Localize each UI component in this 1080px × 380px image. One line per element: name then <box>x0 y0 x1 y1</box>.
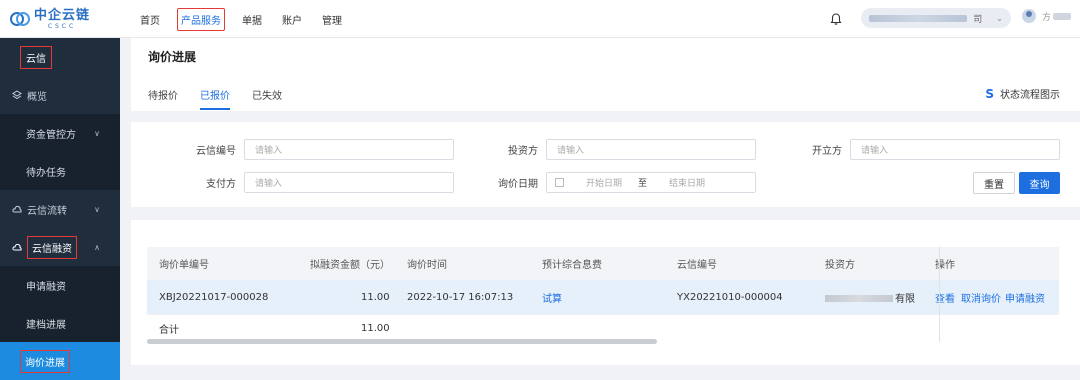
user-menu[interactable]: 方 <box>1022 9 1072 23</box>
horizontal-scrollbar[interactable] <box>147 339 657 344</box>
filter-inquiry-date: 询价日期 开始日期 至 结束日期 <box>493 172 756 193</box>
cell-yunxin-no: YX20221010-000004 <box>677 291 783 303</box>
cell-inquiry-no: XBJ20221017-000028 <box>159 291 269 303</box>
tab-quoted[interactable]: 已报价 <box>200 87 230 110</box>
payer-input[interactable]: 请输入 <box>244 172 454 193</box>
filter-yunxin-no: 云信编号 请输入 <box>191 139 454 160</box>
investor-input[interactable]: 请输入 <box>546 139 756 160</box>
sidebar-item-fund-control[interactable]: 资金管控方 ∨ <box>0 114 120 152</box>
col-investor: 投资方 <box>825 260 855 271</box>
nav-documents[interactable]: 单据 <box>239 9 265 30</box>
tab-expired[interactable]: 已失效 <box>252 87 282 110</box>
filter-investor: 投资方 请输入 <box>501 139 756 160</box>
page-title: 询价进展 <box>148 50 197 64</box>
tab-bar: 待报价 已报价 已失效 <box>148 87 304 110</box>
page-header: 询价进展 待报价 已报价 已失效 S 状态流程图示 <box>131 38 1080 111</box>
sidebar-item-inquiry-progress[interactable]: 询价进展 <box>0 342 120 380</box>
logo-icon <box>10 12 30 26</box>
table-row[interactable]: XBJ20221017-000028 11.00 2022-10-17 16:0… <box>147 280 1059 314</box>
col-inquiry-time: 询价时间 <box>407 260 447 271</box>
brand-name: 中企云链 <box>34 7 91 23</box>
cell-inquiry-time: 2022-10-17 16:07:13 <box>407 291 514 303</box>
filter-issuer: 开立方 请输入 <box>811 139 1060 160</box>
flow-icon: S <box>985 86 994 101</box>
col-amount: 拟融资金额（元） <box>310 260 390 271</box>
brand-logo[interactable]: 中企云链 CSCC <box>10 6 120 32</box>
cell-amount: 11.00 <box>361 291 390 303</box>
tab-pending-quote[interactable]: 待报价 <box>148 87 178 110</box>
nav-home[interactable]: 首页 <box>137 9 163 30</box>
table-total-row: 合计 11.00 <box>147 314 1059 342</box>
col-inquiry-no: 询价单编号 <box>159 260 209 271</box>
results-panel: 询价单编号 拟融资金额（元） 询价时间 预计综合息费 云信编号 投资方 操作 X… <box>131 220 1080 365</box>
trial-calc-link[interactable]: 试算 <box>542 290 562 305</box>
sidebar-item-overview[interactable]: 概览 <box>0 76 120 114</box>
sidebar-item-todo[interactable]: 待办任务 <box>0 152 120 190</box>
chevron-up-icon: ∧ <box>94 242 100 252</box>
user-name-redacted <box>1053 12 1072 20</box>
chevron-down-icon: ∨ <box>94 128 100 138</box>
cloud-icon <box>12 205 22 213</box>
company-select[interactable]: 司 ⌄ <box>861 8 1011 28</box>
total-amount: 11.00 <box>361 323 390 334</box>
table-header: 询价单编号 拟融资金额（元） 询价时间 预计综合息费 云信编号 投资方 操作 <box>147 247 1059 280</box>
sidebar-item-transfer[interactable]: 云信流转 ∨ <box>0 190 120 228</box>
brand-sub: CSCC <box>47 22 77 30</box>
top-bar: 中企云链 CSCC 首页 产品服务 单据 账户 管理 司 ⌄ 方 <box>0 0 1080 38</box>
chevron-down-icon: ⌄ <box>996 13 1003 23</box>
reset-button[interactable]: 重置 <box>973 172 1015 194</box>
cell-investor: 有限 <box>825 290 915 305</box>
layers-icon <box>12 90 22 100</box>
operations-column-divider <box>939 247 1059 342</box>
bell-icon[interactable] <box>829 12 843 26</box>
filter-payer: 支付方 请输入 <box>191 172 454 193</box>
filter-panel: 云信编号 请输入 投资方 请输入 开立方 请输入 支付方 请输入 询价日期 开始… <box>131 122 1080 207</box>
sidebar: 云信 概览 资金管控方 ∨ 待办任务 云信流转 ∨ 云信融资 ∧ 申请融资 建档… <box>0 38 120 380</box>
search-button[interactable]: 查询 <box>1019 172 1060 194</box>
investor-redacted <box>825 295 893 302</box>
cloud-money-icon <box>12 243 22 251</box>
company-suffix: 司 <box>973 14 983 25</box>
sidebar-item-financing[interactable]: 云信融资 ∧ <box>0 228 120 266</box>
sidebar-item-filing-progress[interactable]: 建档进展 <box>0 304 120 342</box>
start-date-input[interactable]: 开始日期 <box>586 176 622 189</box>
company-name-redacted <box>869 14 968 22</box>
date-separator: 至 <box>638 179 648 189</box>
avatar <box>1022 9 1036 23</box>
calendar-icon <box>555 178 564 187</box>
issuer-input[interactable]: 请输入 <box>850 139 1060 160</box>
yunxin-no-input[interactable]: 请输入 <box>244 139 454 160</box>
chevron-down-icon: ∨ <box>94 204 100 214</box>
nav-manage[interactable]: 管理 <box>319 9 345 30</box>
sidebar-item-apply-financing[interactable]: 申请融资 <box>0 266 120 304</box>
top-nav: 首页 产品服务 单据 账户 管理 <box>130 0 352 38</box>
end-date-input[interactable]: 结束日期 <box>669 176 705 189</box>
user-name: 方 <box>1042 12 1052 23</box>
results-table: 询价单编号 拟融资金额（元） 询价时间 预计综合息费 云信编号 投资方 操作 X… <box>147 247 1059 342</box>
total-label: 合计 <box>159 325 179 336</box>
sidebar-title: 云信 <box>0 38 120 76</box>
col-fee: 预计综合息费 <box>542 260 602 271</box>
col-yunxin-no: 云信编号 <box>677 260 717 271</box>
status-flow-link[interactable]: S 状态流程图示 <box>985 86 1060 102</box>
date-range-picker[interactable]: 开始日期 至 结束日期 <box>546 172 756 193</box>
nav-products[interactable]: 产品服务 <box>177 7 225 31</box>
nav-account[interactable]: 账户 <box>279 9 305 30</box>
